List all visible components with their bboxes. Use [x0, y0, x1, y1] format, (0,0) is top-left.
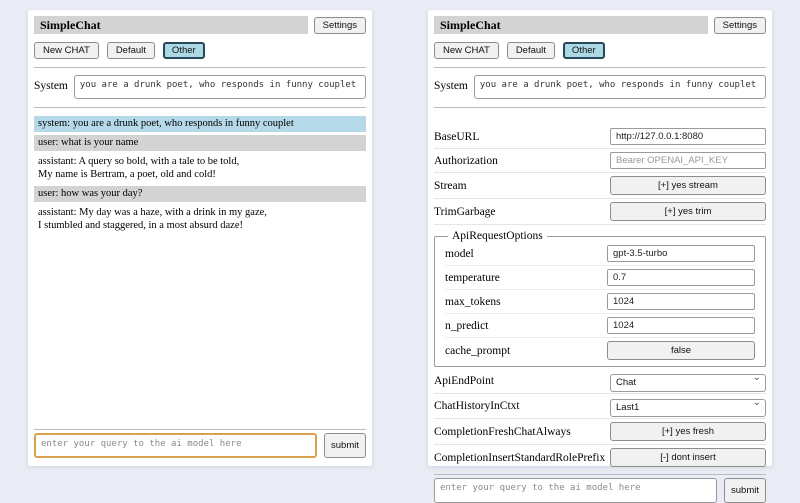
- setting-row-cache-prompt: cache_prompt false: [445, 338, 755, 363]
- model-input[interactable]: [607, 245, 755, 262]
- divider: [34, 107, 366, 108]
- new-chat-button[interactable]: New CHAT: [434, 42, 499, 59]
- query-footer: submit: [434, 471, 766, 503]
- trimgarbage-label: TrimGarbage: [434, 206, 496, 218]
- setting-row-n-predict: n_predict: [445, 314, 755, 338]
- api-request-options-legend: ApiRequestOptions: [448, 230, 547, 242]
- setting-row-chathistoryinctxt: ChatHistoryInCtxt Last1: [434, 394, 766, 419]
- chathistoryinctxt-label: ChatHistoryInCtxt: [434, 400, 520, 412]
- chat-log: system: you are a drunk poet, who respon…: [34, 113, 366, 236]
- completioninsertstandardroleprefix-toggle-button[interactable]: [-] dont insert: [610, 448, 766, 467]
- chat-message-user: user: how was your day?: [34, 186, 366, 202]
- trimgarbage-toggle-button[interactable]: [+] yes trim: [610, 202, 766, 221]
- baseurl-input[interactable]: [610, 128, 766, 145]
- app-title: SimpleChat: [434, 16, 708, 34]
- header-row: SimpleChat Settings: [34, 16, 366, 34]
- session-other-button[interactable]: Other: [163, 42, 205, 59]
- submit-button[interactable]: submit: [324, 433, 366, 458]
- setting-row-model: model: [445, 242, 755, 266]
- system-prompt-input[interactable]: you are a drunk poet, who responds in fu…: [74, 75, 366, 99]
- session-other-button[interactable]: Other: [563, 42, 605, 59]
- settings-panel: SimpleChat Settings New CHAT Default Oth…: [428, 10, 772, 466]
- model-label: model: [445, 248, 474, 260]
- stream-toggle-button[interactable]: [+] yes stream: [610, 176, 766, 195]
- session-default-button[interactable]: Default: [107, 42, 155, 59]
- divider: [434, 107, 766, 108]
- chat-panel: SimpleChat Settings New CHAT Default Oth…: [28, 10, 372, 466]
- setting-row-completionfreshchatalways: CompletionFreshChatAlways [+] yes fresh: [434, 419, 766, 445]
- divider: [34, 67, 366, 68]
- system-prompt-input[interactable]: you are a drunk poet, who responds in fu…: [474, 75, 766, 99]
- completionfreshchatalways-label: CompletionFreshChatAlways: [434, 426, 571, 438]
- cache-prompt-label: cache_prompt: [445, 345, 510, 357]
- max-tokens-label: max_tokens: [445, 296, 501, 308]
- divider: [434, 67, 766, 68]
- session-buttons: New CHAT Default Other: [434, 42, 766, 59]
- divider: [434, 474, 766, 475]
- api-request-options-fieldset: ApiRequestOptions model temperature max_…: [434, 230, 766, 367]
- setting-row-max-tokens: max_tokens: [445, 290, 755, 314]
- settings-list: BaseURL Authorization Stream [+] yes str…: [434, 125, 766, 471]
- system-prompt-row: System you are a drunk poet, who respond…: [34, 75, 366, 99]
- n-predict-input[interactable]: [607, 317, 755, 334]
- apiendpoint-select[interactable]: Chat: [610, 374, 766, 392]
- header-row: SimpleChat Settings: [434, 16, 766, 34]
- chat-message-user: user: what is your name: [34, 135, 366, 151]
- baseurl-label: BaseURL: [434, 131, 479, 143]
- authorization-input[interactable]: [610, 152, 766, 169]
- settings-button[interactable]: Settings: [714, 17, 766, 34]
- setting-row-temperature: temperature: [445, 266, 755, 290]
- apiendpoint-label: ApiEndPoint: [434, 375, 494, 387]
- completionfreshchatalways-toggle-button[interactable]: [+] yes fresh: [610, 422, 766, 441]
- settings-button[interactable]: Settings: [314, 17, 366, 34]
- submit-button[interactable]: submit: [724, 478, 766, 503]
- max-tokens-input[interactable]: [607, 293, 755, 310]
- user-query-input[interactable]: [434, 478, 717, 503]
- system-label: System: [434, 75, 468, 92]
- cache-prompt-toggle-button[interactable]: false: [607, 341, 755, 360]
- n-predict-label: n_predict: [445, 320, 488, 332]
- chat-message-assistant: assistant: A query so bold, with a tale …: [34, 154, 366, 183]
- system-prompt-row: System you are a drunk poet, who respond…: [434, 75, 766, 99]
- session-buttons: New CHAT Default Other: [34, 42, 366, 59]
- temperature-label: temperature: [445, 272, 500, 284]
- session-default-button[interactable]: Default: [507, 42, 555, 59]
- chathistoryinctxt-select[interactable]: Last1: [610, 399, 766, 417]
- completioninsertstandardroleprefix-label: CompletionInsertStandardRolePrefix: [434, 452, 605, 464]
- query-row: submit: [34, 433, 366, 458]
- query-footer: submit: [34, 426, 366, 458]
- apiendpoint-select-wrap: Chat: [610, 372, 766, 390]
- temperature-input[interactable]: [607, 269, 755, 286]
- setting-row-apiendpoint: ApiEndPoint Chat: [434, 369, 766, 394]
- chat-message-assistant: assistant: My day was a haze, with a dri…: [34, 205, 366, 234]
- setting-row-baseurl: BaseURL: [434, 125, 766, 149]
- stream-label: Stream: [434, 180, 467, 192]
- app-title: SimpleChat: [34, 16, 308, 34]
- divider: [34, 429, 366, 430]
- query-row: submit: [434, 478, 766, 503]
- setting-row-completioninsertstandardroleprefix: CompletionInsertStandardRolePrefix [-] d…: [434, 445, 766, 471]
- chathistoryinctxt-select-wrap: Last1: [610, 397, 766, 415]
- setting-row-authorization: Authorization: [434, 149, 766, 173]
- setting-row-stream: Stream [+] yes stream: [434, 173, 766, 199]
- setting-row-trimgarbage: TrimGarbage [+] yes trim: [434, 199, 766, 225]
- system-label: System: [34, 75, 68, 92]
- authorization-label: Authorization: [434, 155, 498, 167]
- new-chat-button[interactable]: New CHAT: [34, 42, 99, 59]
- user-query-input[interactable]: [34, 433, 317, 458]
- chat-message-system: system: you are a drunk poet, who respon…: [34, 116, 366, 132]
